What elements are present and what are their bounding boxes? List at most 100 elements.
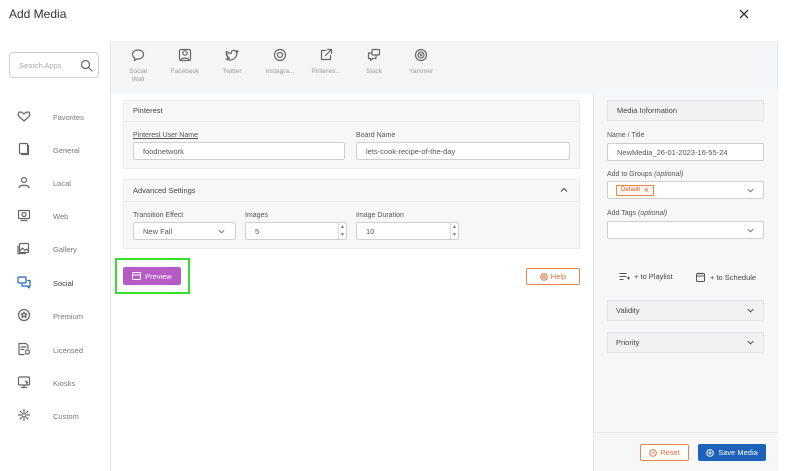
premium-icon — [17, 308, 31, 322]
transition-effect-select[interactable]: New Fall — [133, 222, 236, 240]
app-instagram[interactable]: Instagra... — [262, 48, 298, 76]
sidebar-item-local[interactable]: Local — [0, 167, 110, 200]
image-duration-label: Image Duration — [356, 212, 404, 219]
app-label: Yammer — [408, 68, 434, 75]
add-tags-optional: (optional) — [638, 210, 668, 217]
app-twitter[interactable]: Twitter — [214, 48, 250, 76]
sidebar-item-label: Local — [53, 179, 71, 188]
tags-select[interactable] — [607, 221, 764, 239]
app-label: Facebook — [170, 68, 200, 75]
board-name-value: lets-cook-recipe-of-the-day — [366, 146, 456, 156]
groups-select[interactable]: Default ✕ — [607, 181, 764, 199]
custom-icon — [17, 408, 31, 422]
image-duration-stepper[interactable]: 10 ▲ ▼ — [356, 222, 459, 240]
chevron-down-icon — [747, 308, 754, 313]
playlist-icon — [619, 273, 630, 280]
sidebar-item-label: General — [53, 146, 80, 155]
preview-button[interactable]: Preview — [123, 267, 181, 285]
validity-label: Validity — [616, 306, 640, 315]
board-name-label: Board Name — [356, 132, 396, 139]
search-placeholder: Search Apps — [19, 61, 62, 70]
slack-icon — [367, 48, 381, 62]
name-title-field[interactable]: NewMedia_26-01-2023-16-55-24 — [607, 143, 764, 161]
pinterest-icon — [320, 48, 333, 61]
save-media-button[interactable]: Save Media — [698, 444, 766, 461]
app-pinterest[interactable]: Pinteres... — [308, 48, 344, 76]
social-icon — [17, 276, 31, 289]
chevron-up-icon[interactable] — [559, 185, 569, 195]
priority-accordion[interactable]: Priority — [607, 332, 764, 353]
app-label: Instagra... — [265, 68, 295, 75]
media-info-title: Media Information — [617, 106, 678, 115]
remove-tag-icon[interactable]: ✕ — [644, 187, 649, 194]
media-info-heading: Media Information — [607, 100, 764, 121]
name-title-label: Name / Title — [607, 132, 645, 139]
reset-button[interactable]: Reset — [640, 444, 689, 461]
search-input[interactable]: Search Apps — [9, 52, 99, 78]
pinterest-heading: Pinterest — [133, 106, 163, 115]
sidebar-divider — [110, 41, 111, 471]
chevron-down-icon — [747, 228, 754, 233]
sidebar-item-licensed[interactable]: Licensed — [0, 334, 110, 367]
add-tags-label: Add Tags (optional) — [607, 210, 667, 217]
app-facebook[interactable]: Facebook — [167, 48, 203, 76]
pinterest-user-value: foodnetwork — [143, 146, 184, 156]
app-slack[interactable]: Slack — [356, 48, 392, 76]
preview-icon — [132, 272, 142, 280]
add-to-schedule-label: + to Schedule — [710, 272, 757, 282]
local-icon — [18, 176, 30, 189]
sidebar-item-web[interactable]: Web — [0, 200, 110, 233]
sidebar-item-gallery[interactable]: Gallery — [0, 233, 110, 266]
help-button[interactable]: Help — [526, 268, 580, 285]
favorites-icon — [17, 111, 31, 122]
app-toolbar — [111, 41, 777, 93]
image-duration-value: 10 — [366, 226, 375, 236]
app-label: Social — [129, 68, 147, 75]
stepper-arrows[interactable]: ▲ ▼ — [338, 223, 346, 239]
help-icon — [539, 272, 548, 281]
images-stepper[interactable]: 5 ▲ ▼ — [245, 222, 347, 240]
instagram-icon — [273, 48, 287, 62]
search-icon — [80, 59, 93, 72]
social-wall-icon — [131, 49, 145, 62]
general-icon — [18, 142, 30, 156]
sidebar-item-label: Kiosks — [53, 379, 76, 388]
close-icon[interactable] — [736, 6, 752, 22]
sidebar-item-label: Licensed — [53, 346, 84, 355]
sidebar-item-label: Social — [53, 279, 74, 288]
stepper-arrows[interactable]: ▲ ▼ — [450, 223, 458, 239]
reset-icon — [649, 448, 658, 457]
app-social-wall[interactable]: Social Wall — [120, 48, 156, 84]
sidebar-item-favorites[interactable]: Favorites — [0, 101, 110, 134]
sidebar-item-label: Gallery — [53, 245, 77, 254]
reset-label: Reset — [660, 448, 680, 457]
sidebar-item-label: Favorites — [53, 113, 84, 122]
licensed-icon — [18, 342, 31, 356]
app-label: Twitter — [222, 68, 242, 75]
sidebar-item-social[interactable]: Social — [0, 267, 110, 300]
add-to-schedule-button[interactable]: + to Schedule — [696, 272, 756, 282]
sidebar-item-kiosks[interactable]: Kiosks — [0, 367, 110, 400]
gallery-icon — [17, 242, 30, 255]
preview-label: Preview — [145, 271, 172, 281]
kiosks-icon — [17, 376, 31, 389]
add-groups-label: Add to Groups (optional) — [607, 171, 683, 178]
sidebar-item-custom[interactable]: Custom — [0, 400, 110, 433]
board-name-field[interactable]: lets-cook-recipe-of-the-day — [356, 142, 570, 160]
dialog-title: Add Media — [9, 7, 67, 21]
sidebar-item-general[interactable]: General — [0, 134, 110, 167]
group-tag[interactable]: Default ✕ — [616, 184, 655, 196]
group-tag-label: Default — [621, 187, 641, 193]
yammer-icon — [414, 48, 428, 62]
pinterest-user-field[interactable]: foodnetwork — [133, 142, 345, 160]
validity-accordion[interactable]: Validity — [607, 300, 764, 321]
add-tags-text: Add Tags — [607, 210, 637, 217]
sidebar-item-label: Custom — [53, 412, 79, 421]
sidebar-item-premium[interactable]: Premium — [0, 300, 110, 333]
transition-effect-value: New Fall — [143, 226, 173, 236]
app-yammer[interactable]: Yammer — [403, 48, 439, 76]
add-to-playlist-button[interactable]: + to Playlist — [619, 272, 673, 281]
images-value: 5 — [255, 226, 260, 236]
chevron-down-icon — [218, 229, 225, 234]
sidebar-item-label: Premium — [53, 312, 84, 321]
